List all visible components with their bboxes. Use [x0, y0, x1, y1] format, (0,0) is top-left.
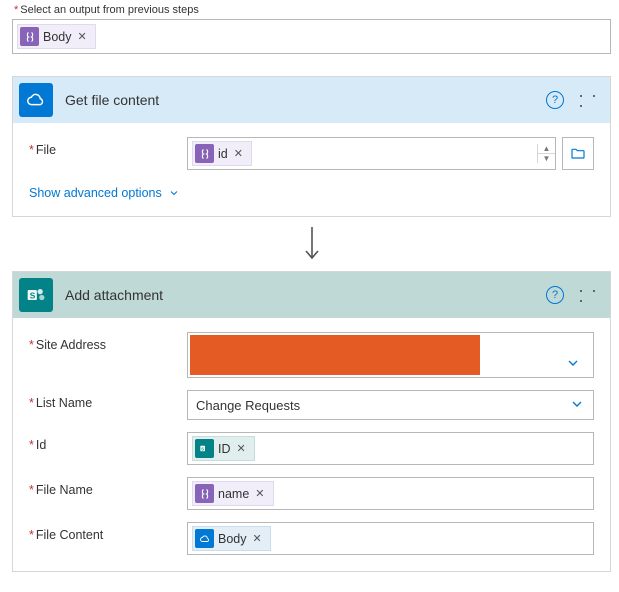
- field-label: *File: [29, 137, 179, 157]
- field-list-name: *List Name Change Requests: [29, 390, 594, 420]
- action-header[interactable]: Get file content ? · · ·: [13, 77, 610, 123]
- step-down-icon[interactable]: ▼: [538, 154, 555, 163]
- show-advanced-options[interactable]: Show advanced options: [29, 186, 180, 200]
- remove-token-icon[interactable]: ✕: [251, 532, 264, 545]
- remove-token-icon[interactable]: ✕: [76, 30, 89, 43]
- token-label: name: [218, 487, 249, 501]
- field-file: *File id ✕ ▲ ▼: [29, 137, 594, 170]
- help-icon[interactable]: ?: [544, 284, 566, 306]
- file-content-input[interactable]: Body ✕: [187, 522, 594, 555]
- field-label: *Id: [29, 432, 179, 452]
- token-id[interactable]: id ✕: [192, 141, 252, 166]
- id-input[interactable]: S ID ✕: [187, 432, 594, 465]
- token-label: Body: [43, 30, 72, 44]
- token-body[interactable]: Body ✕: [192, 526, 271, 551]
- more-icon[interactable]: · · ·: [578, 89, 600, 111]
- svg-text:S: S: [201, 446, 204, 451]
- action-title: Add attachment: [65, 287, 532, 303]
- action-title: Get file content: [65, 92, 532, 108]
- output-selector-input[interactable]: Body ✕: [12, 19, 611, 54]
- chevron-down-icon: [569, 396, 585, 415]
- field-label: *Site Address: [29, 332, 179, 352]
- action-header[interactable]: S Add attachment ? · · ·: [13, 272, 610, 318]
- file-input[interactable]: id ✕ ▲ ▼: [187, 137, 556, 170]
- select-value: Change Requests: [196, 398, 300, 413]
- file-name-input[interactable]: name ✕: [187, 477, 594, 510]
- flow-connector-arrow: [12, 227, 611, 261]
- token-label: ID: [218, 442, 231, 456]
- field-site-address: *Site Address: [29, 332, 594, 378]
- chevron-down-icon: [168, 187, 180, 199]
- token-id[interactable]: S ID ✕: [192, 436, 255, 461]
- site-address-select[interactable]: [187, 332, 594, 378]
- dynamic-content-icon: [20, 27, 39, 46]
- field-label: *List Name: [29, 390, 179, 410]
- sharepoint-icon: S: [19, 278, 53, 312]
- field-file-name: *File Name name ✕: [29, 477, 594, 510]
- number-stepper[interactable]: ▲ ▼: [537, 144, 555, 163]
- token-body[interactable]: Body ✕: [17, 24, 96, 49]
- onedrive-icon: [19, 83, 53, 117]
- dynamic-content-icon: [195, 484, 214, 503]
- action-add-attachment: S Add attachment ? · · · *Site Address *…: [12, 271, 611, 572]
- remove-token-icon[interactable]: ✕: [253, 487, 266, 500]
- remove-token-icon[interactable]: ✕: [232, 147, 245, 160]
- output-selector-label: *Select an output from previous steps: [14, 4, 611, 16]
- field-label: *File Name: [29, 477, 179, 497]
- onedrive-token-icon: [195, 529, 214, 548]
- dynamic-content-icon: [195, 144, 214, 163]
- token-name[interactable]: name ✕: [192, 481, 274, 506]
- site-address-value-redacted: [190, 335, 480, 375]
- action-get-file-content: Get file content ? · · · *File id ✕ ▲: [12, 76, 611, 217]
- list-name-select[interactable]: Change Requests: [187, 390, 594, 420]
- token-label: id: [218, 147, 228, 161]
- field-label: *File Content: [29, 522, 179, 542]
- chevron-down-icon[interactable]: [553, 333, 593, 377]
- more-icon[interactable]: · · ·: [578, 284, 600, 306]
- field-id: *Id S ID ✕: [29, 432, 594, 465]
- help-icon[interactable]: ?: [544, 89, 566, 111]
- svg-text:S: S: [30, 290, 36, 300]
- token-label: Body: [218, 532, 247, 546]
- remove-token-icon[interactable]: ✕: [235, 442, 248, 455]
- step-up-icon[interactable]: ▲: [538, 144, 555, 154]
- browse-folder-button[interactable]: [562, 137, 594, 170]
- sharepoint-token-icon: S: [195, 439, 214, 458]
- field-file-content: *File Content Body ✕: [29, 522, 594, 555]
